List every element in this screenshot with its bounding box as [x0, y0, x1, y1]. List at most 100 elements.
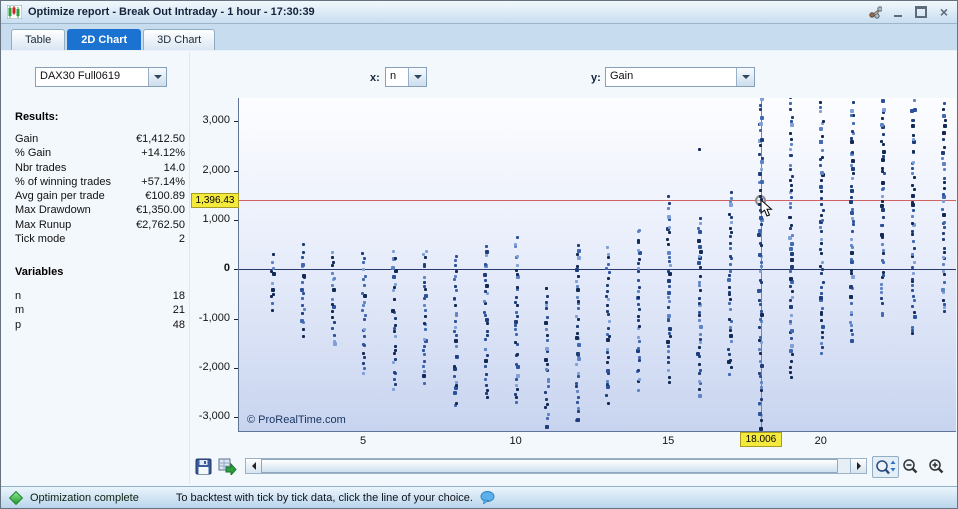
scatter-point[interactable] [576, 288, 580, 292]
scatter-point[interactable] [699, 275, 702, 278]
scatter-point[interactable] [880, 287, 883, 290]
scatter-point[interactable] [576, 401, 579, 404]
scatter-point[interactable] [331, 251, 334, 254]
scatter-point[interactable] [667, 215, 671, 219]
scatter-point[interactable] [302, 335, 305, 338]
scatter-point[interactable] [271, 261, 274, 264]
scatter-point[interactable] [882, 274, 885, 277]
scatter-point[interactable] [942, 108, 945, 111]
scatter-point[interactable] [790, 242, 794, 246]
scatter-point[interactable] [607, 256, 610, 259]
scatter-point[interactable] [821, 307, 824, 310]
scatter-point[interactable] [637, 319, 640, 322]
scatter-point[interactable] [850, 329, 853, 332]
scatter-point[interactable] [485, 384, 488, 387]
scatter-point[interactable] [666, 340, 670, 344]
scatter-point[interactable] [943, 226, 946, 229]
scatter-point[interactable] [819, 226, 822, 229]
scatter-point[interactable] [729, 255, 732, 258]
scatter-point[interactable] [361, 309, 364, 312]
scatter-point[interactable] [758, 299, 761, 302]
scatter-point[interactable] [577, 244, 580, 247]
scatter-point[interactable] [789, 277, 793, 281]
scatter-point[interactable] [911, 266, 914, 269]
scatter-point[interactable] [729, 227, 732, 230]
scatter-point[interactable] [851, 275, 855, 279]
scatter-point[interactable] [728, 286, 731, 289]
scatter-point[interactable] [333, 321, 336, 324]
scatter-point[interactable] [638, 356, 641, 359]
scatter-point[interactable] [850, 140, 854, 144]
scatter-point[interactable] [485, 318, 489, 322]
scatter-point[interactable] [758, 348, 761, 351]
scatter-point[interactable] [881, 302, 884, 305]
scatter-point[interactable] [760, 168, 763, 171]
scatter-point[interactable] [789, 179, 792, 182]
scatter-point[interactable] [942, 232, 945, 235]
scatter-point[interactable] [575, 382, 578, 385]
scatter-point[interactable] [852, 101, 855, 104]
scatter-point[interactable] [760, 180, 764, 184]
scatter-point[interactable] [728, 302, 731, 305]
scatter-point[interactable] [544, 321, 548, 325]
scatter-point[interactable] [698, 372, 701, 375]
scatter-point[interactable] [821, 268, 824, 271]
scatter-point[interactable] [698, 380, 701, 383]
speech-bubble-icon[interactable] [480, 491, 495, 504]
scatter-point[interactable] [638, 359, 641, 362]
scatter-point[interactable] [363, 356, 366, 359]
scatter-point[interactable] [485, 250, 489, 254]
scatter-point[interactable] [637, 347, 640, 350]
scatter-point[interactable] [790, 337, 793, 340]
scatter-point[interactable] [943, 221, 946, 224]
scatter-point[interactable] [515, 396, 518, 399]
scatter-point[interactable] [913, 247, 916, 250]
scatter-point[interactable] [760, 265, 763, 268]
scatter-point[interactable] [668, 256, 671, 259]
scatter-point[interactable] [575, 363, 578, 366]
scatter-point[interactable] [484, 378, 487, 381]
scatter-point[interactable] [822, 281, 825, 284]
scatter-point[interactable] [453, 365, 456, 368]
scatter-point[interactable] [423, 382, 426, 385]
scatter-point[interactable] [301, 312, 304, 315]
scatter-point[interactable] [423, 360, 426, 363]
scatter-point[interactable] [514, 243, 517, 246]
scatter-point[interactable] [303, 308, 306, 311]
scatter-point[interactable] [697, 261, 701, 265]
scatter-point[interactable] [483, 311, 486, 314]
scatter-point[interactable] [880, 224, 883, 227]
scatter-point[interactable] [759, 144, 762, 147]
scatter-point[interactable] [394, 345, 397, 348]
scatter-point[interactable] [850, 260, 854, 264]
scatter-point[interactable] [758, 229, 762, 233]
scatter-point[interactable] [606, 385, 610, 389]
scatter-point[interactable] [484, 279, 487, 282]
scatter-point[interactable] [790, 280, 794, 284]
scatter-point[interactable] [819, 164, 822, 167]
scatter-point[interactable] [544, 358, 548, 362]
scatter-point[interactable] [391, 266, 395, 270]
scatter-point[interactable] [760, 364, 764, 368]
scatter-point[interactable] [484, 263, 487, 266]
scatter-point[interactable] [943, 124, 947, 128]
scatter-point[interactable] [575, 280, 578, 283]
scatter-point[interactable] [423, 285, 426, 288]
scatter-point[interactable] [545, 368, 548, 371]
scatter-point[interactable] [667, 291, 671, 295]
scatter-point[interactable] [484, 338, 487, 341]
scatter-point[interactable] [576, 265, 579, 268]
scatter-point[interactable] [455, 312, 458, 315]
scatter-point[interactable] [822, 120, 825, 123]
scatter-point[interactable] [577, 407, 580, 410]
scatter-point[interactable] [362, 304, 365, 307]
scatter-point[interactable] [362, 278, 365, 281]
scatter-point[interactable] [516, 353, 519, 356]
scatter-point[interactable] [697, 239, 701, 243]
scatter-point[interactable] [880, 291, 883, 294]
scatter-point[interactable] [729, 270, 732, 273]
scatter-point[interactable] [698, 314, 701, 317]
scatter-point[interactable] [454, 304, 457, 307]
scatter-point[interactable] [698, 302, 701, 305]
scatter-point[interactable] [821, 156, 824, 159]
